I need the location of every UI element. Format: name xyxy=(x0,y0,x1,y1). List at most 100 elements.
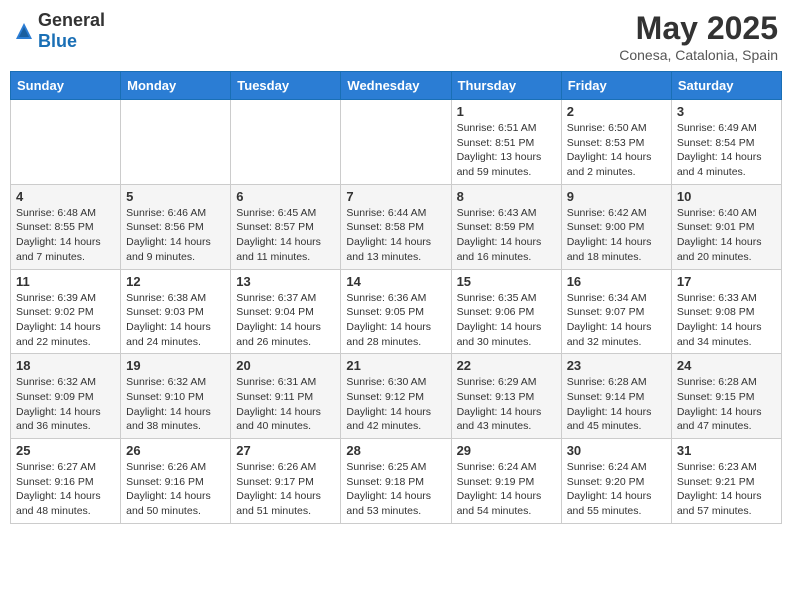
day-info: Daylight: 14 hours and 28 minutes. xyxy=(346,320,445,349)
day-number: 18 xyxy=(16,358,115,373)
day-info: Sunset: 9:00 PM xyxy=(567,220,666,235)
day-number: 15 xyxy=(457,274,556,289)
day-info: Sunrise: 6:32 AM xyxy=(126,375,225,390)
table-row: 19Sunrise: 6:32 AMSunset: 9:10 PMDayligh… xyxy=(121,354,231,439)
day-info: Daylight: 14 hours and 55 minutes. xyxy=(567,489,666,518)
day-info: Sunset: 9:16 PM xyxy=(126,475,225,490)
day-info: Sunrise: 6:49 AM xyxy=(677,121,776,136)
day-info: Daylight: 14 hours and 34 minutes. xyxy=(677,320,776,349)
table-row: 7Sunrise: 6:44 AMSunset: 8:58 PMDaylight… xyxy=(341,184,451,269)
day-number: 28 xyxy=(346,443,445,458)
day-info: Sunset: 9:02 PM xyxy=(16,305,115,320)
table-row: 10Sunrise: 6:40 AMSunset: 9:01 PMDayligh… xyxy=(671,184,781,269)
day-number: 8 xyxy=(457,189,556,204)
calendar-week-row: 11Sunrise: 6:39 AMSunset: 9:02 PMDayligh… xyxy=(11,269,782,354)
day-info: Sunset: 8:58 PM xyxy=(346,220,445,235)
day-info: Daylight: 14 hours and 45 minutes. xyxy=(567,405,666,434)
day-number: 26 xyxy=(126,443,225,458)
table-row: 30Sunrise: 6:24 AMSunset: 9:20 PMDayligh… xyxy=(561,439,671,524)
day-info: Sunset: 9:15 PM xyxy=(677,390,776,405)
day-info: Daylight: 14 hours and 9 minutes. xyxy=(126,235,225,264)
day-number: 22 xyxy=(457,358,556,373)
day-info: Daylight: 13 hours and 59 minutes. xyxy=(457,150,556,179)
day-info: Sunset: 8:54 PM xyxy=(677,136,776,151)
day-info: Sunset: 9:01 PM xyxy=(677,220,776,235)
day-info: Daylight: 14 hours and 51 minutes. xyxy=(236,489,335,518)
table-row xyxy=(11,100,121,185)
day-info: Sunset: 8:53 PM xyxy=(567,136,666,151)
calendar-header-row: Sunday Monday Tuesday Wednesday Thursday… xyxy=(11,72,782,100)
header-friday: Friday xyxy=(561,72,671,100)
day-info: Sunset: 9:03 PM xyxy=(126,305,225,320)
logo-blue: Blue xyxy=(38,31,77,51)
day-number: 7 xyxy=(346,189,445,204)
day-info: Sunrise: 6:50 AM xyxy=(567,121,666,136)
day-info: Sunrise: 6:26 AM xyxy=(126,460,225,475)
day-info: Sunset: 8:57 PM xyxy=(236,220,335,235)
day-info: Sunrise: 6:48 AM xyxy=(16,206,115,221)
day-info: Sunrise: 6:37 AM xyxy=(236,291,335,306)
table-row: 9Sunrise: 6:42 AMSunset: 9:00 PMDaylight… xyxy=(561,184,671,269)
header-wednesday: Wednesday xyxy=(341,72,451,100)
day-info: Sunset: 9:16 PM xyxy=(16,475,115,490)
day-number: 25 xyxy=(16,443,115,458)
logo: General Blue xyxy=(14,10,105,52)
day-info: Sunset: 9:08 PM xyxy=(677,305,776,320)
day-info: Daylight: 14 hours and 18 minutes. xyxy=(567,235,666,264)
day-info: Daylight: 14 hours and 36 minutes. xyxy=(16,405,115,434)
header-monday: Monday xyxy=(121,72,231,100)
day-number: 21 xyxy=(346,358,445,373)
day-info: Sunset: 8:55 PM xyxy=(16,220,115,235)
day-info: Daylight: 14 hours and 40 minutes. xyxy=(236,405,335,434)
day-info: Daylight: 14 hours and 22 minutes. xyxy=(16,320,115,349)
calendar-week-row: 1 Sunrise: 6:51 AMSunset: 8:51 PMDaylight… xyxy=(11,100,782,185)
table-row: 3Sunrise: 6:49 AMSunset: 8:54 PMDaylight… xyxy=(671,100,781,185)
calendar: Sunday Monday Tuesday Wednesday Thursday… xyxy=(10,71,782,524)
day-number: 3 xyxy=(677,104,776,119)
day-info: Sunset: 8:59 PM xyxy=(457,220,556,235)
day-info: Sunrise: 6:39 AM xyxy=(16,291,115,306)
day-info: Sunrise: 6:38 AM xyxy=(126,291,225,306)
table-row xyxy=(121,100,231,185)
day-info: Sunset: 8:56 PM xyxy=(126,220,225,235)
day-info: Sunrise: 6:46 AM xyxy=(126,206,225,221)
day-info: Daylight: 14 hours and 16 minutes. xyxy=(457,235,556,264)
day-info: Sunrise: 6:28 AM xyxy=(567,375,666,390)
day-info: Sunrise: 6:33 AM xyxy=(677,291,776,306)
day-number: 5 xyxy=(126,189,225,204)
day-info: Sunset: 9:18 PM xyxy=(346,475,445,490)
day-info: Sunset: 9:07 PM xyxy=(567,305,666,320)
day-info: Sunrise: 6:40 AM xyxy=(677,206,776,221)
table-row xyxy=(231,100,341,185)
day-number: 17 xyxy=(677,274,776,289)
day-info: Sunrise: 6:27 AM xyxy=(16,460,115,475)
day-info: Daylight: 14 hours and 48 minutes. xyxy=(16,489,115,518)
table-row: 1 Sunrise: 6:51 AMSunset: 8:51 PMDaylight… xyxy=(451,100,561,185)
day-info: Sunrise: 6:51 AM xyxy=(457,121,556,136)
day-info: Daylight: 14 hours and 24 minutes. xyxy=(126,320,225,349)
day-info: Sunset: 9:14 PM xyxy=(567,390,666,405)
header-saturday: Saturday xyxy=(671,72,781,100)
day-info: Sunrise: 6:24 AM xyxy=(567,460,666,475)
table-row: 23Sunrise: 6:28 AMSunset: 9:14 PMDayligh… xyxy=(561,354,671,439)
day-number: 4 xyxy=(16,189,115,204)
day-number: 1 xyxy=(457,104,556,119)
day-info: Daylight: 14 hours and 32 minutes. xyxy=(567,320,666,349)
table-row: 8Sunrise: 6:43 AMSunset: 8:59 PMDaylight… xyxy=(451,184,561,269)
calendar-week-row: 4 Sunrise: 6:48 AMSunset: 8:55 PM Daylight… xyxy=(11,184,782,269)
day-info: Daylight: 14 hours and 30 minutes. xyxy=(457,320,556,349)
day-info: Daylight: 14 hours and 43 minutes. xyxy=(457,405,556,434)
day-info: Daylight: 14 hours and 57 minutes. xyxy=(677,489,776,518)
header: General Blue May 2025 Conesa, Catalonia,… xyxy=(10,10,782,63)
table-row: 31Sunrise: 6:23 AMSunset: 9:21 PMDayligh… xyxy=(671,439,781,524)
day-info: Daylight: 14 hours and 50 minutes. xyxy=(126,489,225,518)
day-info: Daylight: 14 hours and 13 minutes. xyxy=(346,235,445,264)
logo-general: General xyxy=(38,10,105,30)
table-row: 12Sunrise: 6:38 AMSunset: 9:03 PMDayligh… xyxy=(121,269,231,354)
table-row: 16Sunrise: 6:34 AMSunset: 9:07 PMDayligh… xyxy=(561,269,671,354)
day-number: 9 xyxy=(567,189,666,204)
table-row: 21Sunrise: 6:30 AMSunset: 9:12 PMDayligh… xyxy=(341,354,451,439)
day-info: Daylight: 14 hours and 26 minutes. xyxy=(236,320,335,349)
day-info: Sunset: 8:51 PM xyxy=(457,136,556,151)
day-info: Sunrise: 6:36 AM xyxy=(346,291,445,306)
